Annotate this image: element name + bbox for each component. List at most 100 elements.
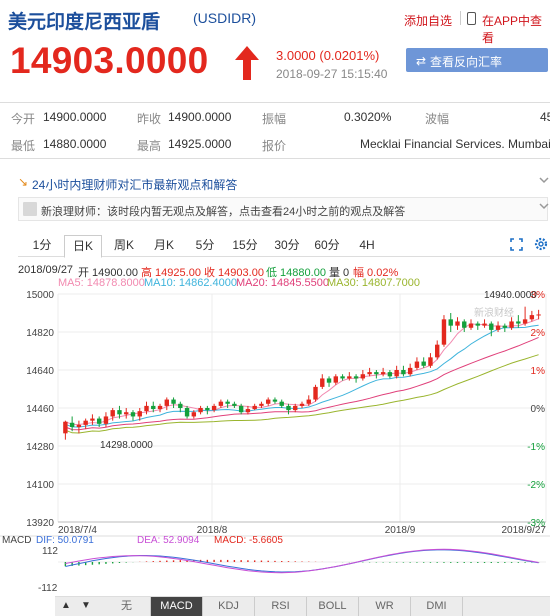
dea-line <box>65 548 539 574</box>
chevron-down-icon[interactable] <box>539 175 549 185</box>
candle-body <box>516 321 521 324</box>
candle-body <box>171 399 176 404</box>
stat-label: 今开 <box>11 112 36 126</box>
news-item-text: 新浪理财师：该时段内暂无观点及解答，点击查看24小时之前的观点及解答 <box>41 206 406 218</box>
candle-body <box>103 416 109 424</box>
news-item[interactable]: 新浪理财师：该时段内暂无观点及解答，点击查看24小时之前的观点及解答 <box>18 197 548 221</box>
macd-tick: 112 <box>42 546 58 557</box>
candle-body <box>83 420 88 425</box>
tab-weekly-k[interactable]: 周K <box>106 235 142 257</box>
prev-close-value: 14900.0000 <box>168 110 232 124</box>
y-tick-label: 14460 <box>26 404 54 415</box>
candle-body <box>218 401 224 406</box>
candle-body <box>367 372 372 375</box>
scroll-up-icon[interactable]: ▲ <box>61 600 71 611</box>
settings-icon[interactable] <box>534 237 548 251</box>
open-in-app-link[interactable]: 在APP中查看 <box>482 12 550 46</box>
candle-body <box>333 376 339 383</box>
stat-label: 振幅 <box>262 112 287 126</box>
candle-body <box>468 323 474 328</box>
indicator-nav: ▲ ▼ <box>55 596 103 616</box>
tab-30min[interactable]: 30分 <box>268 235 306 257</box>
chart-watermark: 新浪财经 <box>474 306 514 319</box>
tab-15min[interactable]: 15分 <box>226 235 264 257</box>
divider <box>460 11 461 25</box>
scroll-down-icon[interactable]: ▼ <box>81 600 91 611</box>
candle-body <box>191 412 197 417</box>
candle-body <box>320 378 325 387</box>
open-value: 14900.0000 <box>43 110 107 124</box>
candle-body <box>435 344 440 358</box>
candle-body <box>205 408 210 411</box>
macd-value-label: MACD: -5.6605 <box>214 535 283 546</box>
candle-body <box>293 405 298 411</box>
price-change: 3.0000 (0.0201%) <box>276 48 380 63</box>
comment-icon: ↘ <box>18 175 29 189</box>
chevron-down-icon[interactable] <box>539 201 549 211</box>
candle-body <box>407 367 413 375</box>
quote-source-value: Mecklai Financial Services. Mumbai <box>360 137 550 151</box>
volatility-value: 45 <box>540 110 550 124</box>
candle-body <box>211 405 217 411</box>
currency-code: (USDIDR) <box>193 10 256 26</box>
tab-5min[interactable]: 5分 <box>188 235 222 257</box>
stat-label: 波幅 <box>425 112 450 126</box>
candle-body <box>272 399 278 402</box>
tab-rsi[interactable]: RSI <box>255 597 307 616</box>
tab-60min[interactable]: 60分 <box>308 235 346 257</box>
reverse-rate-button[interactable]: ⇄ 查看反向汇率 IDRUSD <box>406 48 548 84</box>
tab-kdj[interactable]: KDJ <box>203 597 255 616</box>
candle-body <box>340 376 345 379</box>
candle-body <box>489 323 494 330</box>
candle-body <box>509 321 514 328</box>
tab-macd[interactable]: MACD <box>151 597 203 616</box>
macd-title: MACD <box>2 535 31 546</box>
candle-body <box>353 376 359 379</box>
candle-body <box>157 405 163 410</box>
news-title[interactable]: 24小时内理财师对汇市最新观点和解答 <box>32 176 237 193</box>
current-price: 14903.0000 <box>10 40 209 81</box>
macd-dea-label: DEA: 52.9094 <box>137 535 200 546</box>
divider <box>0 158 550 159</box>
tab-daily-k[interactable]: 日K <box>64 235 102 258</box>
candle-body <box>279 401 284 406</box>
fullscreen-icon[interactable] <box>510 238 523 251</box>
candle-body <box>299 403 305 406</box>
y-tick-label: 14820 <box>26 328 54 339</box>
candle-body <box>76 424 82 427</box>
low-value: 14880.0000 <box>43 137 107 151</box>
candle-body <box>529 315 535 320</box>
tab-monthly-k[interactable]: 月K <box>146 235 182 257</box>
max-annotation: 14940.0000 <box>484 290 537 301</box>
candle-body <box>286 405 291 411</box>
tab-4h[interactable]: 4H <box>350 235 384 257</box>
candle-body <box>184 408 190 417</box>
x-tick-label: 2018/9/27 <box>502 525 547 536</box>
tab-1min[interactable]: 1分 <box>22 235 62 257</box>
kline-chart[interactable]: 15000148201464014460142801410013920 3%2%… <box>0 286 550 596</box>
candle-body <box>144 405 149 412</box>
tab-boll[interactable]: BOLL <box>307 597 359 616</box>
candle-body <box>245 409 251 413</box>
candle-body <box>495 325 501 330</box>
stat-label: 昨收 <box>137 112 162 126</box>
candle-body <box>455 321 460 326</box>
add-favorite-link[interactable]: 添加自选 <box>404 12 452 29</box>
candle-body <box>347 376 352 379</box>
candle-body <box>124 412 129 415</box>
high-value: 14925.0000 <box>168 137 232 151</box>
min-annotation: 14298.0000 <box>100 440 153 451</box>
pct-tick-label: 1% <box>531 366 546 377</box>
period-tabs: 1分 日K 周K 月K 5分 15分 30分 60分 4H <box>18 235 550 258</box>
candle-body <box>198 408 203 413</box>
tab-none[interactable]: 无 <box>103 597 151 616</box>
tab-wr[interactable]: WR <box>359 597 411 616</box>
amplitude-value: 0.3020% <box>344 110 392 124</box>
stat-label: 报价 <box>262 139 287 153</box>
candle-body <box>387 372 393 377</box>
candle-body <box>441 319 447 345</box>
swap-icon: ⇄ <box>416 54 427 68</box>
candle-body <box>326 378 332 383</box>
tab-dmi[interactable]: DMI <box>411 597 463 616</box>
candle-body <box>360 374 366 379</box>
